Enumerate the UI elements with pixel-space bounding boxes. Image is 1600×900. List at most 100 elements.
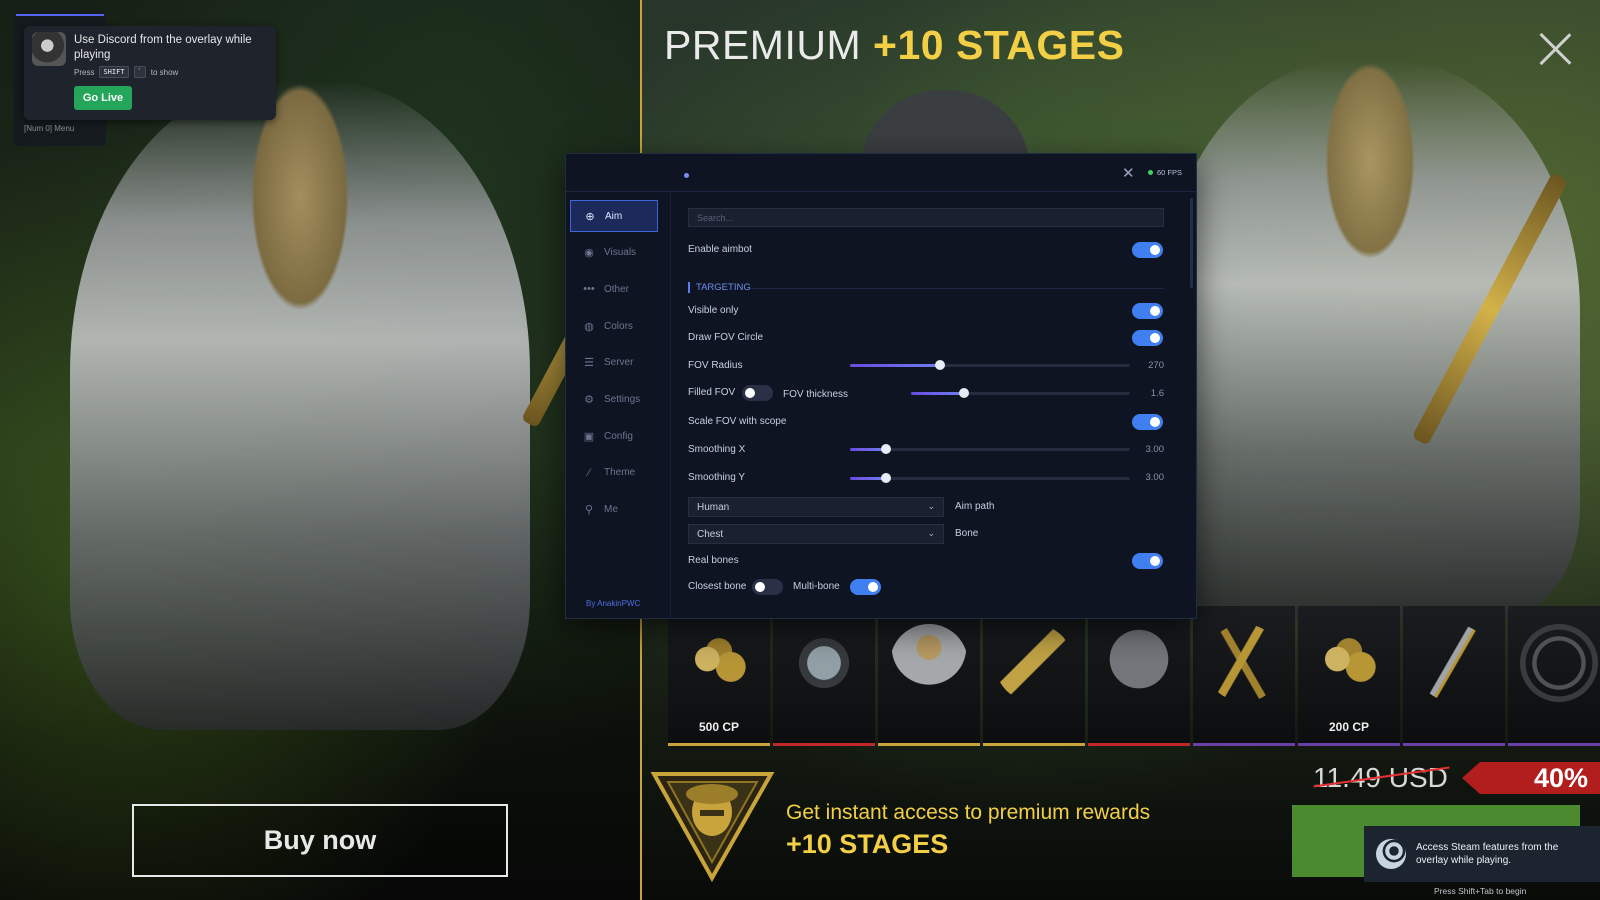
sidebar-item-label: Colors xyxy=(604,320,633,332)
discord-hint-press: Press xyxy=(74,67,95,77)
reward-rarity-bar xyxy=(1508,743,1600,746)
closest-bone-toggle[interactable] xyxy=(752,579,783,595)
reward-item[interactable] xyxy=(878,606,980,746)
smoothing-x-knob[interactable] xyxy=(881,444,892,454)
menu-scrollbar[interactable] xyxy=(1190,198,1193,288)
screen: [Num 0] Menu Use Discord from the overla… xyxy=(0,0,1600,900)
crosshair-icon: ⊕ xyxy=(585,210,595,223)
gold-smg-icon xyxy=(995,624,1073,702)
reward-rarity-bar xyxy=(1298,743,1400,746)
server-icon: ☰ xyxy=(584,357,594,370)
reward-item[interactable] xyxy=(1403,606,1505,746)
fov-thickness-fill xyxy=(911,392,964,395)
reward-item[interactable] xyxy=(983,606,1085,746)
bone-select[interactable]: Chest ⌄ xyxy=(688,524,944,544)
menu-search-input[interactable]: Search... xyxy=(688,208,1164,227)
promo-line-1: Get instant access to premium rewards xyxy=(786,801,1151,824)
fps-status-dot xyxy=(1148,170,1153,175)
reward-caption: 200 CP xyxy=(1328,720,1370,734)
multi-bone-toggle[interactable] xyxy=(850,579,881,595)
filled-fov-label: Filled FOV xyxy=(688,387,736,398)
go-live-button[interactable]: Go Live xyxy=(74,86,132,110)
close-icon[interactable] xyxy=(1538,32,1572,66)
smoothing-y-slider[interactable] xyxy=(850,473,1130,483)
smoothing-x-slider[interactable] xyxy=(850,444,1130,454)
smoothing-y-label: Smoothing Y xyxy=(688,472,746,483)
reward-item[interactable]: 500 CP xyxy=(668,606,770,746)
smoothing-y-knob[interactable] xyxy=(881,473,892,483)
reward-item[interactable] xyxy=(1193,606,1295,746)
gold-knives-icon xyxy=(1205,624,1283,702)
rewards-strip: 500 CP 200 CP xyxy=(668,606,1600,746)
outfit-icon xyxy=(1100,624,1178,702)
visible-only-toggle[interactable] xyxy=(1132,303,1163,319)
enable-aimbot-toggle[interactable] xyxy=(1132,242,1163,258)
title-highlight: +10 STAGES xyxy=(873,22,1125,68)
aim-path-label: Aim path xyxy=(955,501,995,512)
page-title: PREMIUM +10 STAGES xyxy=(664,22,1125,69)
reward-item[interactable] xyxy=(773,606,875,746)
sidebar-item-server[interactable]: ☰ Server xyxy=(570,347,658,379)
multi-bone-label: Multi-bone xyxy=(793,581,840,592)
draw-fov-circle-label: Draw FOV Circle xyxy=(688,332,764,343)
sidebar-item-label: Settings xyxy=(604,394,641,405)
discord-hint-suffix: to show xyxy=(150,67,179,77)
real-bones-toggle[interactable] xyxy=(1132,553,1163,569)
menu-close-icon[interactable]: ✕ xyxy=(1122,164,1135,182)
katana-icon xyxy=(1415,624,1493,702)
fov-radius-slider[interactable] xyxy=(850,360,1130,370)
section-marker xyxy=(688,282,690,293)
sidebar-item-other[interactable]: ••• Other xyxy=(570,273,658,305)
steam-icon xyxy=(1376,839,1406,869)
save-icon: ▣ xyxy=(583,430,595,443)
section-targeting-label: TARGETING xyxy=(696,282,751,293)
sidebar-item-visuals[interactable]: ◉ Visuals xyxy=(570,237,658,269)
sidebar-item-label: Other xyxy=(604,283,630,295)
visible-only-label: Visible only xyxy=(688,305,739,316)
discount-badge: 40% xyxy=(1462,762,1600,794)
chevron-down-icon: ⌄ xyxy=(927,501,935,511)
reward-item[interactable] xyxy=(1508,606,1600,746)
fps-counter: 60 FPS xyxy=(1148,168,1182,177)
filled-fov-toggle[interactable] xyxy=(742,385,773,401)
sidebar-item-label: Theme xyxy=(604,467,636,479)
fov-thickness-value: 1.6 xyxy=(1150,388,1164,399)
reward-caption: 500 CP xyxy=(698,720,740,734)
reward-rarity-bar xyxy=(773,743,875,746)
draw-fov-circle-toggle[interactable] xyxy=(1132,330,1163,346)
sidebar-item-config[interactable]: ▣ Config xyxy=(570,420,658,452)
cp-coins-icon xyxy=(1310,624,1388,702)
sidebar-item-colors[interactable]: ◍ Colors xyxy=(570,310,658,342)
steam-notification: Access Steam features from the overlay w… xyxy=(1364,826,1600,882)
fov-radius-knob[interactable] xyxy=(934,360,945,370)
scale-fov-scope-toggle[interactable] xyxy=(1132,414,1163,430)
steam-hint: Press Shift+Tab to begin xyxy=(1434,886,1527,896)
reward-rarity-bar xyxy=(878,743,980,746)
aim-path-selected: Human xyxy=(697,502,730,513)
badge-icon xyxy=(1520,624,1598,702)
fov-radius-label: FOV Radius xyxy=(688,360,743,371)
fov-thickness-slider[interactable] xyxy=(911,388,1130,398)
sidebar-item-theme[interactable]: ⁄ Theme xyxy=(570,457,658,489)
reward-rarity-bar xyxy=(668,743,770,746)
reward-item[interactable]: 200 CP xyxy=(1298,606,1400,746)
gear-icon: ⚙ xyxy=(584,394,594,406)
sidebar-item-aim[interactable]: ⊕ Aim xyxy=(570,200,658,232)
reward-item[interactable] xyxy=(1088,606,1190,746)
sidebar-item-me[interactable]: ⚲ Me xyxy=(570,494,658,526)
real-bones-label: Real bones xyxy=(688,555,739,566)
fov-thickness-knob[interactable] xyxy=(958,388,969,398)
buy-now-button[interactable]: Buy now xyxy=(132,804,508,877)
palette-icon: ◍ xyxy=(584,320,594,333)
scale-fov-scope-label: Scale FOV with scope xyxy=(688,416,787,427)
reward-rarity-bar xyxy=(983,743,1085,746)
sidebar-item-settings[interactable]: ⚙ Settings xyxy=(570,384,658,416)
dots-icon: ••• xyxy=(583,283,595,296)
sidebar-item-label: Me xyxy=(604,504,618,516)
bone-label: Bone xyxy=(955,528,979,539)
menu-indicator-dot xyxy=(684,173,689,178)
discord-avatar xyxy=(32,32,66,66)
character-icon xyxy=(890,624,968,702)
aim-path-select[interactable]: Human ⌄ xyxy=(688,497,944,517)
menu-sidebar: ⊕ Aim ◉ Visuals ••• Other ◍ Colors ☰ Server ⚙ Setti… xyxy=(566,192,671,619)
